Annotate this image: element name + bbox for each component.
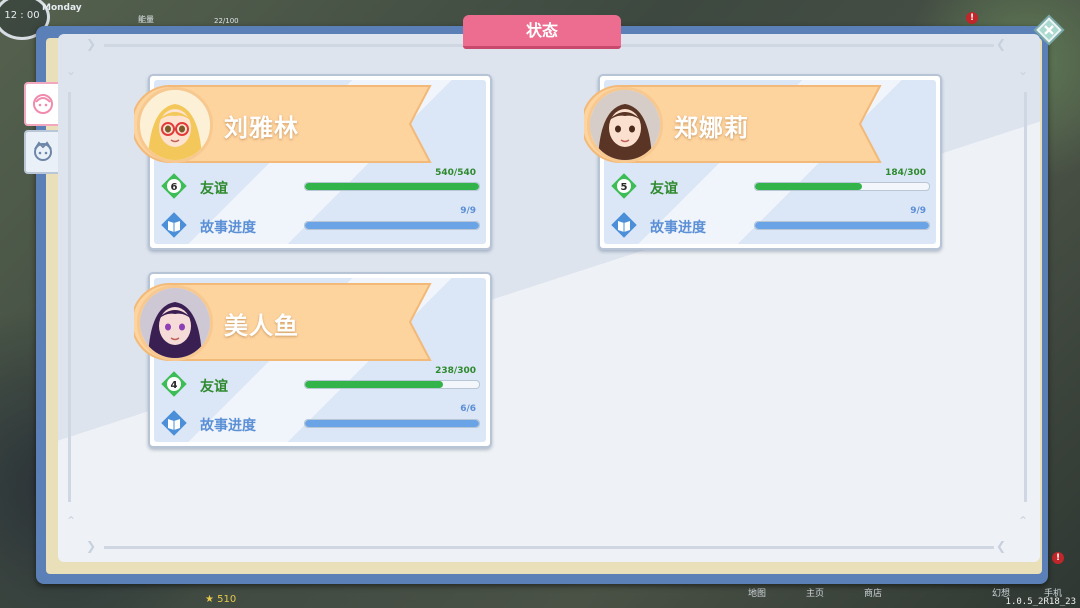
story-bar-fill	[305, 420, 479, 427]
character-name: 刘雅林	[224, 114, 299, 142]
story-value: 6/6	[460, 404, 476, 414]
story-bar-fill	[305, 222, 479, 229]
friendship-row: 4 友谊 238/300	[160, 366, 480, 398]
friendship-row: 6 友谊 540/540	[160, 168, 480, 200]
nav-home[interactable]: 主页	[806, 586, 824, 599]
book-icon	[611, 212, 637, 238]
page-ornament: ❮	[996, 37, 1007, 51]
page-divider-right	[1024, 92, 1027, 502]
story-label: 故事进度	[650, 220, 706, 236]
svg-text:4: 4	[171, 380, 178, 391]
character-avatar	[587, 87, 663, 163]
day-label: Monday	[42, 3, 82, 13]
version-label: 1.0.5_2R18_23	[1005, 597, 1076, 607]
svg-text:6: 6	[171, 182, 178, 193]
energy-label: 能量	[138, 15, 154, 24]
energy-count: 22/100	[214, 17, 239, 25]
friendship-value: 540/540	[435, 168, 476, 178]
page-divider-bottom	[104, 546, 994, 549]
nav-shop[interactable]: 商店	[864, 586, 882, 599]
story-value: 9/9	[910, 206, 926, 216]
page-ornament: ⌃	[1018, 514, 1029, 528]
story-bar-fill	[755, 222, 929, 229]
character-avatar	[137, 87, 213, 163]
character-name: 郑娜莉	[674, 114, 749, 142]
star-icon: ★	[205, 594, 214, 605]
friendship-bar-fill	[305, 381, 443, 388]
character-face-icon	[34, 141, 52, 161]
character-card[interactable]: 郑娜莉 5 友谊 184/300 故事进度 9/9	[584, 74, 942, 250]
friendship-label: 友谊	[200, 181, 228, 197]
tab-girls[interactable]	[24, 82, 62, 126]
close-icon	[1033, 14, 1065, 46]
svg-text:5: 5	[621, 182, 628, 193]
friendship-bar-fill	[305, 183, 479, 190]
character-card[interactable]: 刘雅林 6 友谊 540/540 故事进度 9/9	[134, 74, 492, 250]
story-row: 故事进度 6/6	[160, 404, 480, 437]
story-label: 故事进度	[200, 220, 256, 236]
star-counter: ★ 510	[205, 594, 236, 605]
nav-map[interactable]: 地图	[748, 586, 766, 599]
friendship-level-icon: 6	[161, 173, 187, 199]
character-card[interactable]: 美人鱼 4 友谊 238/300 故事进度 6/6	[134, 272, 492, 448]
page-ornament: ⌃	[66, 514, 77, 528]
character-name: 美人鱼	[224, 312, 299, 340]
page-ornament: ❯	[86, 539, 97, 553]
girl-face-icon	[33, 94, 53, 114]
story-row: 故事进度 9/9	[160, 206, 480, 239]
panel-title: 状态	[463, 15, 621, 49]
story-bar	[754, 221, 930, 230]
character-avatar	[137, 285, 213, 361]
story-value: 9/9	[460, 206, 476, 216]
page-ornament: ❮	[996, 539, 1007, 553]
friendship-level-icon: 5	[611, 173, 637, 199]
story-bar	[304, 419, 480, 428]
page-divider-left	[68, 92, 71, 502]
friendship-value: 238/300	[435, 366, 476, 376]
close-button[interactable]	[1032, 13, 1066, 47]
book-icon	[161, 410, 187, 436]
page-ornament: ⌄	[1018, 64, 1029, 78]
story-bar	[304, 221, 480, 230]
star-count: 510	[217, 594, 237, 605]
story-label: 故事进度	[200, 418, 256, 434]
friendship-bar-fill	[755, 183, 862, 190]
book-icon	[161, 212, 187, 238]
friendship-bar	[304, 182, 480, 191]
tab-other-characters[interactable]	[24, 130, 62, 174]
friendship-row: 5 友谊 184/300	[610, 168, 930, 200]
notification-badge-phone: !	[1052, 552, 1064, 564]
friendship-level-icon: 4	[161, 371, 187, 397]
friendship-label: 友谊	[650, 181, 678, 197]
friendship-label: 友谊	[200, 379, 228, 395]
page-ornament: ⌄	[66, 64, 77, 78]
friendship-bar	[304, 380, 480, 389]
page-ornament: ❯	[86, 37, 97, 51]
story-row: 故事进度 9/9	[610, 206, 930, 239]
notification-badge: !	[966, 12, 978, 24]
friendship-bar	[754, 182, 930, 191]
friendship-value: 184/300	[885, 168, 926, 178]
